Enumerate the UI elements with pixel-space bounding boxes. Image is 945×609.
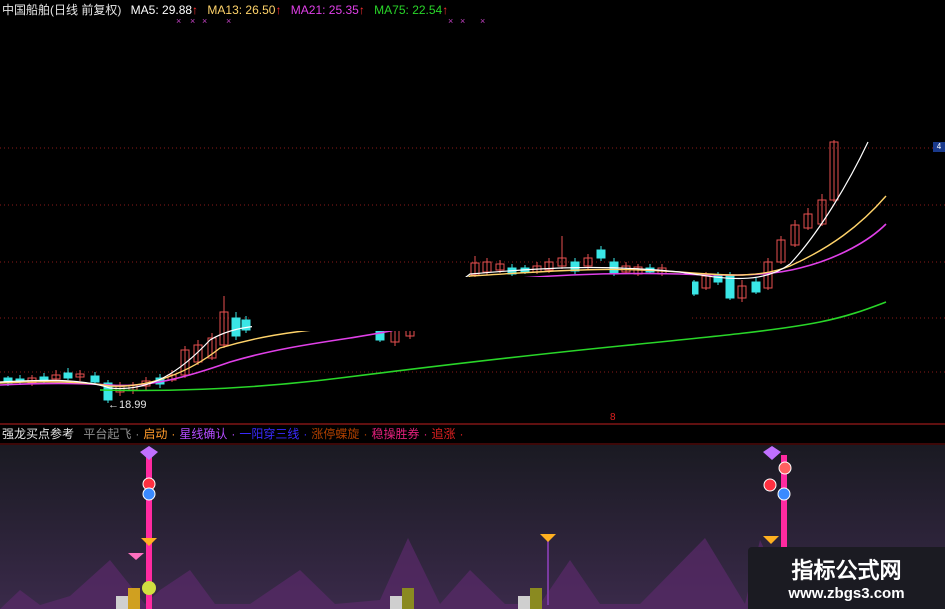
legend-separator: · — [459, 427, 464, 441]
candle-body — [596, 249, 606, 259]
stock-title[interactable]: 中国船舶(日线 前复权) — [2, 3, 121, 17]
event-marker: 8 — [610, 412, 616, 423]
ma-header: 中国船舶(日线 前复权) MA5: 29.88↑ MA13: 26.50↑ MA… — [2, 2, 454, 18]
redaction-box-top-right — [533, 0, 945, 140]
ma5-value: MA5: 29.88↑ — [130, 3, 199, 17]
signal-block — [530, 588, 542, 609]
stock-chart-window: × × × × × × × ←18.99 8 中国船舶(日线 前复权) MA5: 29.88↑ … — [0, 0, 945, 609]
legend-label: 追涨 — [431, 427, 456, 441]
legend-separator: · — [135, 427, 140, 441]
signal-marker: × — [480, 16, 485, 26]
indicator-title[interactable]: 强龙买点参考 — [2, 427, 74, 441]
candle-body — [231, 317, 241, 337]
candle-body — [751, 281, 761, 293]
blue-ball-icon — [142, 487, 156, 501]
candle-body — [90, 375, 100, 383]
legend-separator: · — [423, 427, 428, 441]
ma21-value: MA21: 25.35↑ — [290, 3, 365, 17]
legend-separator: · — [171, 427, 176, 441]
candle-body — [63, 372, 73, 379]
indicator-legend: 平台起飞 · 启动 · 星线确认 · 一阳穿三线 · 涨停蝶旋 · 稳操胜券 · 追涨 · — [83, 427, 467, 441]
up-arrow-icon: ↑ — [192, 3, 199, 17]
signal-block — [116, 596, 128, 609]
up-arrow-icon: ↑ — [442, 3, 449, 17]
legend-label: 星线确认 — [179, 427, 228, 441]
watermark-url: www.zbgs3.com — [788, 585, 905, 602]
ma5-line — [0, 141, 869, 390]
blue-ball-icon — [777, 487, 791, 501]
watermark-title: 指标公式网 — [791, 559, 902, 584]
price-axis-tag: 4 — [933, 142, 945, 152]
red-ball-icon — [763, 478, 777, 492]
up-arrow-icon: ↑ — [275, 3, 282, 17]
legend-label: 一阳穿三线 — [239, 427, 300, 441]
ma75-value: MA75: 22.54↑ — [374, 3, 449, 17]
up-arrow-icon: ↑ — [358, 3, 365, 17]
low-price-label: ←18.99 — [108, 399, 147, 411]
signal-block — [128, 588, 140, 609]
signal-marker: × — [460, 16, 465, 26]
candle-body — [725, 275, 735, 299]
indicator-header: 强龙买点参考 平台起飞 · 启动 · 星线确认 · 一阳穿三线 · 涨停蝶旋 · 稳操胜券 · 追涨 · — [2, 426, 467, 442]
legend-separator: · — [231, 427, 236, 441]
signal-block — [390, 596, 402, 609]
watermark: 指标公式网 www.zbgs3.com — [748, 547, 945, 609]
candle-body — [375, 329, 385, 341]
ma13-value: MA13: 26.50↑ — [207, 3, 282, 17]
red-ball-icon — [778, 461, 792, 475]
legend-label: 涨停蝶旋 — [311, 427, 360, 441]
yellow-ball-icon — [142, 581, 156, 595]
legend-label: 平台起飞 — [83, 427, 132, 441]
legend-separator: · — [303, 427, 308, 441]
legend-separator: · — [363, 427, 368, 441]
redaction-box-mid — [252, 277, 692, 331]
legend-label: 稳操胜券 — [371, 427, 420, 441]
moving-average-lines — [0, 141, 887, 392]
signal-block — [518, 596, 530, 609]
legend-label: 启动 — [143, 427, 168, 441]
signal-block — [402, 588, 414, 609]
